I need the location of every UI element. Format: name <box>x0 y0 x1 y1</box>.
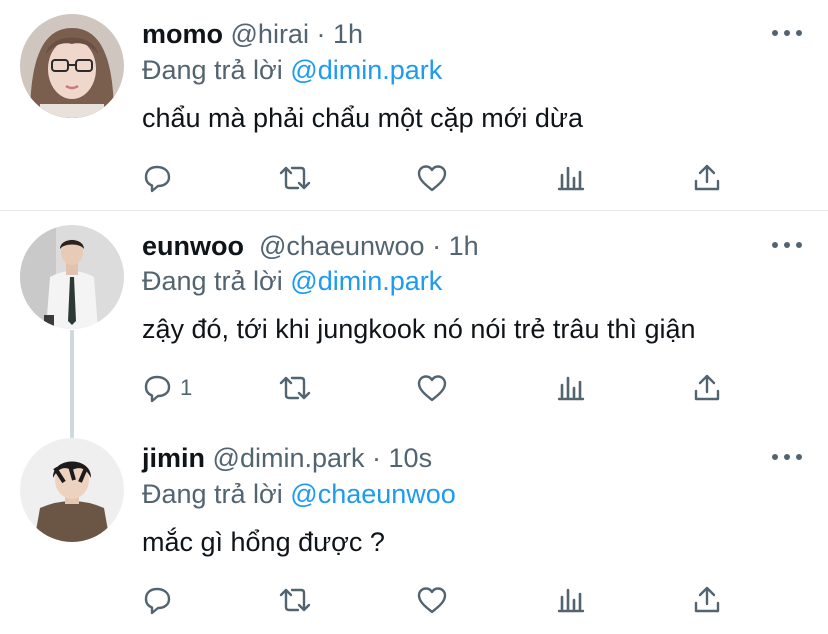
avatar[interactable] <box>20 438 124 542</box>
timestamp[interactable]: 1h <box>449 231 479 261</box>
share-button[interactable] <box>690 371 724 405</box>
reply-icon <box>144 165 171 193</box>
heart-icon <box>417 587 447 614</box>
analytics-icon <box>557 166 585 191</box>
retweet-button[interactable] <box>276 371 320 405</box>
avatar-image-jimin <box>20 438 124 542</box>
replying-to: Đang trả lời @dimin.park <box>142 265 442 297</box>
tweet-header: eunwoo @chaeunwoo · 1h <box>142 230 479 262</box>
separator-dot: · <box>316 19 326 49</box>
views-button[interactable] <box>554 161 588 195</box>
mention-link[interactable]: @dimin.park <box>290 266 442 296</box>
tweet-header: momo @hirai · 1h <box>142 18 363 50</box>
like-button[interactable] <box>415 583 455 617</box>
reply-button[interactable]: 1 <box>140 371 192 405</box>
user-handle[interactable]: @hirai <box>231 19 309 49</box>
tweet-momo[interactable]: momo @hirai · 1h Đang trả lời @dimin.par… <box>0 0 828 210</box>
tweet-text: mắc gì hổng được ? <box>142 527 385 557</box>
tweet-actions <box>140 161 740 195</box>
user-handle[interactable]: @dimin.park <box>213 443 365 473</box>
views-button[interactable] <box>554 583 588 617</box>
share-button[interactable] <box>690 583 724 617</box>
analytics-icon <box>557 376 585 401</box>
tweet-actions <box>140 583 740 617</box>
heart-icon <box>417 375 447 402</box>
mention-link[interactable]: @chaeunwoo <box>290 479 456 509</box>
reply-button[interactable] <box>140 161 180 195</box>
tweet-jimin[interactable]: jimin @dimin.park · 10s Đang trả lời @ch… <box>0 424 828 634</box>
reply-button[interactable] <box>140 583 180 617</box>
tweet-actions: 1 <box>140 371 740 405</box>
reply-icon <box>144 587 171 615</box>
more-icon[interactable] <box>772 240 802 250</box>
separator-dot: · <box>432 231 442 261</box>
tweet-text: chẩu mà phải chẩu một cặp mới dừa <box>142 103 584 133</box>
replying-to: Đang trả lời @dimin.park <box>142 54 442 86</box>
avatar[interactable] <box>20 14 124 118</box>
retweet-button[interactable] <box>276 583 320 617</box>
reply-count: 1 <box>180 375 193 400</box>
more-icon[interactable] <box>772 452 802 462</box>
share-icon <box>694 586 720 613</box>
timestamp[interactable]: 10s <box>389 443 433 473</box>
tweet-text: zậy đó, tới khi jungkook nó nói trẻ trâu… <box>142 314 696 344</box>
retweet-button[interactable] <box>276 161 320 195</box>
user-handle[interactable]: @chaeunwoo <box>259 231 425 261</box>
avatar-image-momo <box>20 14 124 118</box>
retweet-icon <box>279 166 311 190</box>
mention-link[interactable]: @dimin.park <box>290 55 442 85</box>
timestamp[interactable]: 1h <box>333 19 363 49</box>
replying-to: Đang trả lời @chaeunwoo <box>142 478 456 510</box>
tweet-header: jimin @dimin.park · 10s <box>142 442 432 474</box>
heart-icon <box>417 165 447 192</box>
avatar[interactable] <box>20 225 124 329</box>
share-button[interactable] <box>690 161 724 195</box>
display-name[interactable]: momo <box>142 19 223 49</box>
replying-to-label: Đang trả lời <box>142 55 283 85</box>
retweet-icon <box>279 376 311 400</box>
separator-dot: · <box>372 443 382 473</box>
views-button[interactable] <box>554 371 588 405</box>
display-name[interactable]: eunwoo <box>142 231 244 261</box>
like-button[interactable] <box>415 161 455 195</box>
replying-to-label: Đang trả lời <box>142 479 283 509</box>
share-icon <box>694 164 720 191</box>
retweet-icon <box>279 588 311 612</box>
tweet-eunwoo[interactable]: eunwoo @chaeunwoo · 1h Đang trả lời @dim… <box>0 211 828 424</box>
analytics-icon <box>557 588 585 613</box>
more-icon[interactable] <box>772 28 802 38</box>
display-name[interactable]: jimin <box>142 443 205 473</box>
replying-to-label: Đang trả lời <box>142 266 283 296</box>
like-button[interactable] <box>415 371 455 405</box>
tweet-feed: momo @hirai · 1h Đang trả lời @dimin.par… <box>0 0 828 634</box>
avatar-image-eunwoo <box>20 225 124 329</box>
share-icon <box>694 374 720 401</box>
reply-icon <box>144 375 171 403</box>
